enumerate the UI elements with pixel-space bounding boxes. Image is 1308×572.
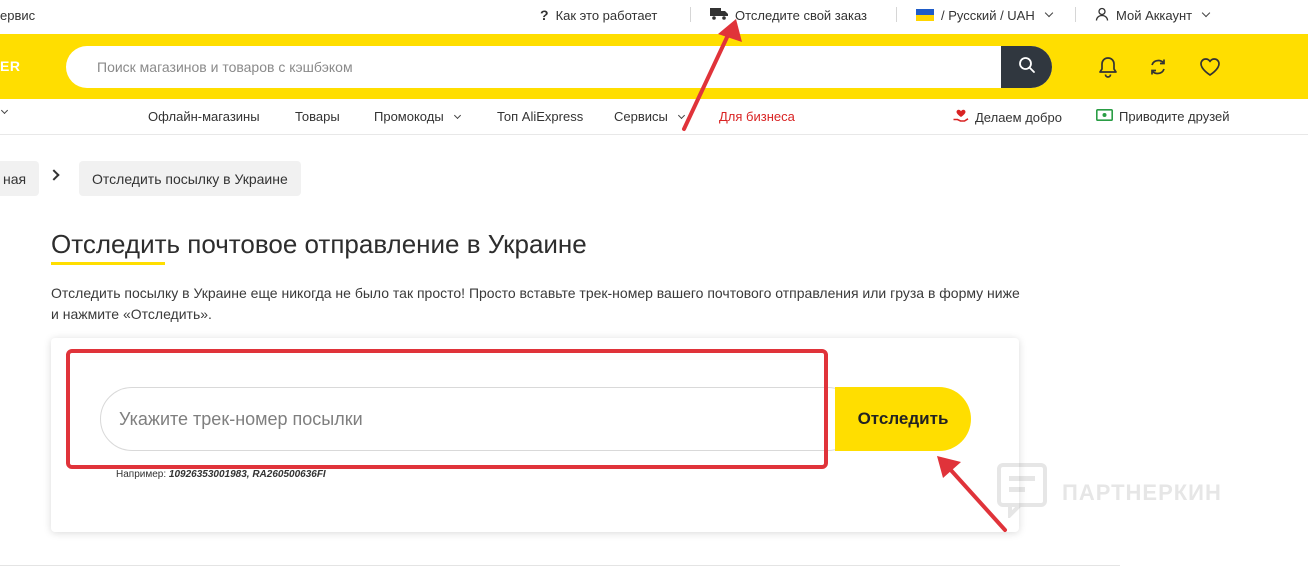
title-underline	[51, 262, 165, 265]
nav-item-label: Промокоды	[374, 109, 444, 124]
chevron-down-icon	[453, 111, 461, 119]
divider	[1075, 7, 1076, 22]
nav-item-label: Приводите друзей	[1119, 109, 1230, 124]
nav-item-label: Товары	[295, 109, 340, 124]
nav-item-offline-stores[interactable]: Офлайн-магазины	[148, 109, 260, 124]
how-it-works-label: Как это работает	[555, 7, 658, 23]
track-button[interactable]: Отследить	[835, 387, 971, 451]
account-menu[interactable]: Мой Аккаунт	[1095, 6, 1211, 24]
nav-item-charity[interactable]: Делаем добро	[953, 109, 1062, 126]
breadcrumb-home[interactable]: ная	[0, 161, 40, 196]
heart-icon[interactable]	[1198, 55, 1222, 79]
nav-item-promocodes[interactable]: Промокоды	[374, 109, 461, 124]
ukraine-flag-icon	[916, 9, 934, 21]
chevron-down-icon	[1201, 8, 1211, 18]
nav-item-label: Топ AliExpress	[497, 109, 584, 124]
nav-item-business[interactable]: Для бизнеса	[719, 109, 795, 124]
nav-item-label: Сервисы	[614, 109, 668, 124]
example-label: Например:	[116, 469, 167, 480]
watermark-text: ПАРТНЕРКИН	[1062, 479, 1222, 505]
search-input[interactable]	[66, 46, 1001, 88]
tracking-example: Например: 10926353001983, RA260500636FI	[116, 469, 326, 480]
exchange-icon[interactable]	[1146, 55, 1170, 79]
header: ER	[0, 34, 1308, 99]
locale-selector[interactable]: / Русский / UAH	[916, 6, 1053, 24]
locale-label: / Русский / UAH	[941, 7, 1035, 23]
truck-icon	[710, 7, 728, 23]
account-label: Мой Аккаунт	[1116, 7, 1193, 23]
user-icon	[1095, 7, 1109, 24]
nav-item-products[interactable]: Товары	[295, 109, 340, 124]
example-values: 10926353001983, RA260500636FI	[168, 469, 326, 480]
divider	[0, 565, 1120, 566]
chevron-down-icon	[1044, 8, 1053, 18]
track-order-label: Отследите свой заказ	[735, 7, 868, 23]
watermark-logo-icon	[996, 462, 1048, 523]
nav-item-top-aliexpress[interactable]: Топ AliExpress	[497, 109, 583, 124]
main-nav: Офлайн-магазины Товары Промокоды Топ Ali…	[0, 99, 1308, 135]
search-icon	[1018, 56, 1036, 79]
watermark: ПАРТНЕРКИН	[996, 462, 1222, 523]
bell-icon[interactable]	[1096, 55, 1120, 79]
search-bar	[66, 46, 1052, 88]
search-button[interactable]	[1001, 46, 1052, 88]
nav-item-label: Для бизнеса	[719, 109, 795, 124]
top-bar: ервис ? Как это работает Отследите свой …	[0, 0, 1308, 34]
question-icon: ?	[540, 7, 549, 23]
chevron-down-icon	[677, 111, 685, 119]
breadcrumb-current: Отследить посылку в Украине	[79, 161, 301, 196]
logo[interactable]: ER	[0, 58, 20, 74]
breadcrumb-current-label: Отследить посылку в Украине	[92, 170, 288, 187]
annotation-highlight-box	[66, 349, 828, 469]
service-label: ервис	[0, 7, 36, 23]
nav-item-label: Офлайн-магазины	[148, 109, 260, 124]
nav-item-label: Делаем добро	[975, 110, 1062, 125]
page-description: Отследить посылку в Украине еще никогда …	[51, 285, 1020, 322]
chevron-down-icon[interactable]	[0, 106, 9, 115]
track-order-link[interactable]: Отследите свой заказ	[710, 6, 867, 24]
divider	[690, 7, 691, 22]
heart-hand-icon	[953, 109, 969, 126]
how-it-works-link[interactable]: ? Как это работает	[540, 6, 657, 24]
breadcrumb-home-label: ная	[3, 170, 27, 187]
divider	[896, 7, 897, 22]
page-title: Отследить почтовое отправление в Украине	[51, 229, 587, 259]
chevron-right-icon	[48, 169, 60, 181]
nav-item-invite-friends[interactable]: Приводите друзей	[1096, 109, 1230, 124]
service-link[interactable]: ервис	[0, 6, 35, 24]
cash-icon	[1096, 109, 1113, 124]
nav-item-services[interactable]: Сервисы	[614, 109, 685, 124]
